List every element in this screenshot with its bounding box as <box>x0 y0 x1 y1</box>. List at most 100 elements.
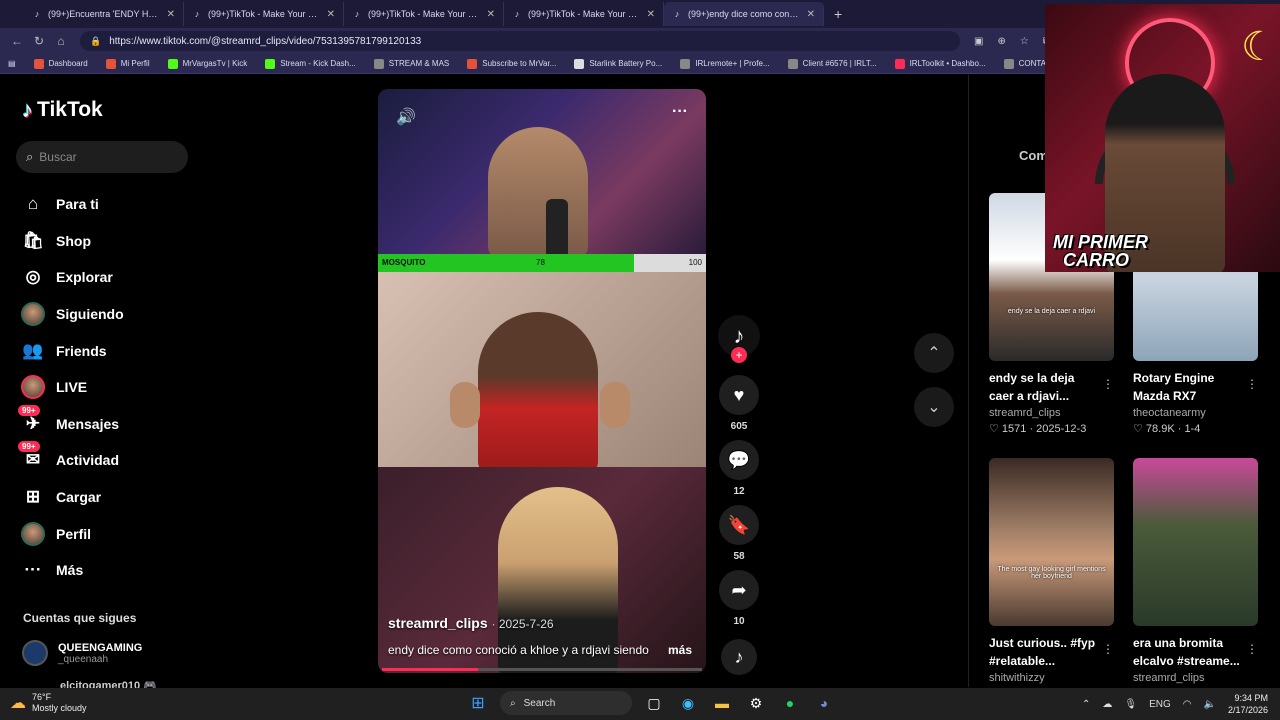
more-options-icon[interactable]: ··· <box>672 103 688 121</box>
volume-icon[interactable]: 🔊 <box>396 107 416 127</box>
zoom-icon[interactable]: ⊕ <box>997 36 1005 47</box>
task-view-icon[interactable]: ▢ <box>642 691 666 715</box>
close-icon[interactable]: ✕ <box>487 9 495 20</box>
refresh-icon[interactable]: ↻ <box>28 34 50 48</box>
bookmark-favicon <box>33 58 44 69</box>
tray-chevron-icon[interactable]: ⌃ <box>1082 699 1090 710</box>
sidebar-item-actividad[interactable]: ✉ 99+ Actividad <box>18 441 190 479</box>
weather-icon: ☁ <box>10 695 26 712</box>
bookmark-item[interactable]: Stream - Kick Dash... <box>265 58 356 69</box>
edge-icon[interactable]: ◉ <box>676 691 700 715</box>
sidebar-item-mensajes[interactable]: ✈ 99+ Mensajes <box>18 404 190 443</box>
card-author[interactable]: theoctanearmy <box>1133 407 1258 419</box>
browser-tab[interactable]: ♪ (99+)Encuentra 'ENDY HABLA DE ✕ <box>24 2 184 26</box>
close-icon[interactable]: ✕ <box>167 9 175 20</box>
save-button[interactable]: 🔖 58 <box>718 505 760 562</box>
music-disc-icon[interactable]: ♪ <box>721 639 757 675</box>
card-more-icon[interactable]: ⋮ <box>1102 642 1114 656</box>
sidebar-item-siguiendo[interactable]: Siguiendo <box>20 296 190 333</box>
bookmark-item[interactable]: Mi Perfil <box>105 58 150 69</box>
windows-start-icon[interactable]: ⊞ <box>466 691 490 715</box>
bookmark-label: Mi Perfil <box>120 59 150 68</box>
tab-comments[interactable]: Com <box>1019 148 1048 163</box>
following-account[interactable]: QUEENGAMING _queenaah <box>22 640 142 666</box>
video-thumbnail[interactable] <box>1133 458 1258 626</box>
card-more-icon[interactable]: ⋮ <box>1246 377 1258 391</box>
sidebar-item-label: Friends <box>56 342 107 359</box>
weather-widget[interactable]: ☁ 76°F Mostly cloudy <box>10 692 87 714</box>
tab-label: (99+)endy dice como conoció <box>688 9 801 19</box>
language-indicator[interactable]: ENG <box>1149 699 1171 710</box>
browser-tab[interactable]: ♪ (99+)TikTok - Make Your Day ✕ <box>344 2 504 26</box>
more-link[interactable]: más <box>668 643 692 657</box>
chevron-up-icon[interactable]: ⌃ <box>914 333 954 373</box>
bookmark-item[interactable]: MrVargasTv | Kick <box>167 58 247 69</box>
bookmark-item[interactable]: STREAM & MAS <box>373 58 449 69</box>
url-field[interactable]: 🔒 https://www.tiktok.com/@streamrd_clips… <box>80 31 960 51</box>
bookmark-favicon <box>680 58 691 69</box>
compass-icon: ◎ <box>25 267 41 287</box>
video-progress[interactable] <box>382 668 702 671</box>
avatar <box>22 640 48 666</box>
wifi-icon[interactable]: ◠ <box>1183 699 1192 710</box>
spotify-icon[interactable]: ● <box>778 691 802 715</box>
home-icon[interactable]: ⌂ <box>50 34 72 48</box>
video-author[interactable]: streamrd_clips · 2025-7-26 <box>388 615 554 631</box>
sidebar-item-label: Siguiendo <box>56 306 124 323</box>
sidebar-item-más[interactable]: ··· Más <box>20 552 190 589</box>
video-thumbnail[interactable]: The most gay looking girl mentions her b… <box>989 458 1114 626</box>
sidebar-item-label: Perfil <box>56 525 92 542</box>
settings-icon[interactable]: ⚙ <box>744 691 768 715</box>
share-button[interactable]: ➦ 10 <box>718 570 760 627</box>
taskbar-search[interactable]: ⌕ Search <box>500 691 632 715</box>
sidebar-item-friends[interactable]: 👥 Friends <box>20 332 190 369</box>
microphone-icon[interactable]: 🎙 <box>1124 699 1137 710</box>
clock[interactable]: 9:34 PM 2/17/2026 <box>1228 692 1268 716</box>
bookmark-item[interactable]: Client #6576 | IRLT... <box>787 58 877 69</box>
card-more-icon[interactable]: ⋮ <box>1246 642 1258 656</box>
card-stats: ♡ 78.9K · 1-4 <box>1133 423 1201 435</box>
bookmark-item[interactable]: IRLremote+ | Profe... <box>680 58 770 69</box>
bookmark-item[interactable]: Starlink Battery Po... <box>574 58 662 69</box>
creator-avatar[interactable]: ♪ + <box>718 315 760 363</box>
sidebar-item-para-ti[interactable]: ⌂ Para ti <box>20 186 190 223</box>
bookmark-item[interactable]: Dashboard <box>33 58 88 69</box>
follow-plus-icon[interactable]: + <box>731 347 747 363</box>
sidebar-item-cargar[interactable]: ⊞ Cargar <box>20 479 190 516</box>
bookmark-item[interactable]: Subscribe to MrVar... <box>467 58 556 69</box>
sidebar-item-shop[interactable]: 🛍 Shop <box>20 223 190 260</box>
discord-icon[interactable]: ◕ <box>812 691 836 715</box>
card-author[interactable]: streamrd_clips <box>989 407 1114 419</box>
card-author[interactable]: shitwithizzy <box>989 672 1114 684</box>
comment-button[interactable]: 💬 12 <box>718 440 760 497</box>
close-icon[interactable]: ✕ <box>647 9 655 20</box>
related-video-card[interactable]: The most gay looking girl mentions her b… <box>989 458 1114 684</box>
bookmark-item[interactable]: IRLToolkit • Dashbo... <box>894 58 986 69</box>
browser-tab[interactable]: ♪ (99+)endy dice como conoció ✕ <box>664 2 824 26</box>
chevron-down-icon[interactable]: ⌄ <box>914 387 954 427</box>
sidebar-item-perfil[interactable]: Perfil <box>20 515 190 552</box>
browser-tab[interactable]: ♪ (99+)TikTok - Make Your Day ✕ <box>504 2 664 26</box>
related-video-card[interactable]: ⋮ era una bromita elcalvo #streame... stre… <box>1133 458 1258 684</box>
back-icon[interactable]: ← <box>6 34 28 48</box>
file-explorer-icon[interactable]: ▬ <box>710 691 734 715</box>
messages-icon: ✈ 99+ <box>18 404 46 437</box>
tiktok-logo[interactable]: ♪ TikTok <box>22 97 103 123</box>
card-more-icon[interactable]: ⋮ <box>1102 377 1114 391</box>
video-player[interactable]: MOSQUITO 78 100 🔊 ··· streamrd_clips · 2… <box>378 89 706 673</box>
split-screen-icon[interactable]: ▣ <box>974 36 983 47</box>
search-icon: ⌕ <box>26 149 34 164</box>
speaker-icon[interactable]: 🔈 <box>1204 699 1216 710</box>
close-icon[interactable]: ✕ <box>807 9 815 20</box>
sidebar-item-explorar[interactable]: ◎ Explorar <box>20 259 190 296</box>
favorite-star-icon[interactable]: ☆ <box>1020 36 1029 47</box>
sidebar-item-live[interactable]: LIVE <box>20 369 190 406</box>
network-icon[interactable]: ☁ <box>1102 699 1112 710</box>
close-icon[interactable]: ✕ <box>327 9 335 20</box>
card-author[interactable]: streamrd_clips <box>1133 672 1258 684</box>
new-tab-button[interactable]: + <box>834 6 842 22</box>
search-input[interactable]: ⌕ Buscar <box>16 141 188 173</box>
like-button[interactable]: ♥ 605 <box>718 375 760 432</box>
browser-tab[interactable]: ♪ (99+)TikTok - Make Your Day ✕ <box>184 2 344 26</box>
sidebar-toggle-icon[interactable]: ▤ <box>8 59 16 68</box>
